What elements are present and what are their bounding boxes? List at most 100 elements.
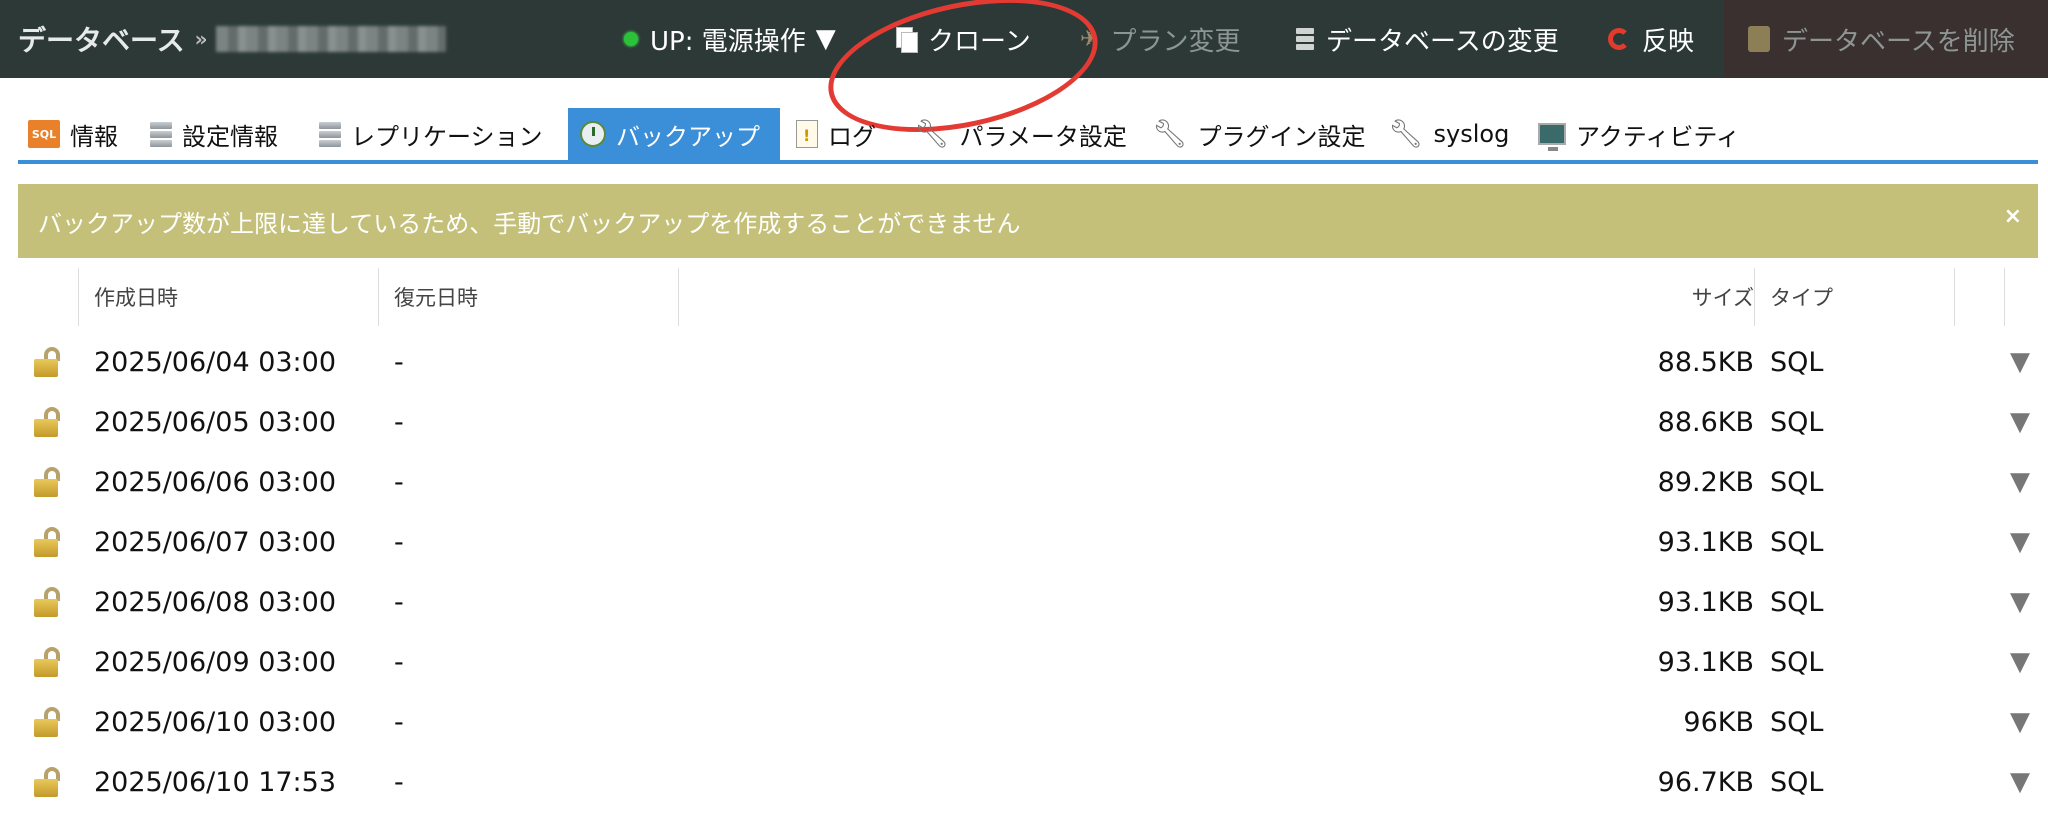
restored-datetime: -	[394, 646, 404, 678]
tab-info-label: 情報	[70, 122, 118, 151]
column-restored[interactable]: 復元日時	[394, 268, 478, 326]
unlocked-icon[interactable]	[32, 347, 66, 377]
sql-icon: SQL	[28, 120, 60, 148]
created-datetime: 2025/06/07 03:00	[94, 526, 337, 558]
row-menu-chevron-icon[interactable]: ▼	[2010, 452, 2030, 512]
restored-datetime: -	[394, 466, 404, 498]
created-datetime: 2025/06/10 17:53	[94, 766, 337, 798]
tab-info[interactable]: SQL 情報	[28, 108, 118, 160]
wrench-icon: 🔧︎	[1152, 117, 1188, 150]
reflect-label: 反映	[1642, 26, 1695, 57]
backup-table-header: 作成日時 復元日時 サイズ タイプ	[18, 268, 2038, 326]
row-menu-chevron-icon[interactable]: ▼	[2010, 512, 2030, 572]
restored-datetime: -	[394, 406, 404, 438]
tab-log[interactable]: ログ	[796, 108, 876, 160]
tab-syslog-label: syslog	[1433, 120, 1510, 148]
tab-parameter-settings-label: パラメータ設定	[959, 122, 1127, 151]
tab-settings-info[interactable]: 設定情報	[150, 108, 278, 160]
table-row: 2025/06/10 17:53 - 96.7KB SQL ▼	[18, 752, 2038, 812]
unlocked-icon[interactable]	[32, 407, 66, 437]
row-menu-chevron-icon[interactable]: ▼	[2010, 752, 2030, 812]
power-operation-dropdown[interactable]: UP: 電源操作 ▼	[624, 0, 836, 78]
row-menu-chevron-icon[interactable]: ▼	[2010, 332, 2030, 392]
close-icon[interactable]: ×	[2004, 204, 2022, 229]
tab-replication[interactable]: レプリケーション	[319, 108, 543, 160]
created-datetime: 2025/06/08 03:00	[94, 586, 337, 618]
tab-plugin-settings[interactable]: 🔧︎ プラグイン設定	[1152, 108, 1366, 160]
backup-size: 88.5KB	[1657, 346, 1754, 378]
breadcrumb-database-link[interactable]: データベース	[18, 19, 185, 59]
wrench-icon: 🔧︎	[914, 117, 950, 150]
created-datetime: 2025/06/04 03:00	[94, 346, 337, 378]
reflect-button[interactable]: 反映	[1608, 0, 1694, 78]
restored-datetime: -	[394, 706, 404, 738]
table-row: 2025/06/10 03:00 - 96KB SQL ▼	[18, 692, 2038, 752]
tab-parameter-settings[interactable]: 🔧︎ パラメータ設定	[914, 108, 1127, 160]
row-menu-chevron-icon[interactable]: ▼	[2010, 572, 2030, 632]
alert-message: バックアップ数が上限に達しているため、手動でバックアップを作成することができませ…	[38, 209, 1021, 238]
backup-limit-alert: バックアップ数が上限に達しているため、手動でバックアップを作成することができませ…	[18, 184, 2038, 258]
plan-change-button[interactable]: ✈ プラン変更	[1080, 0, 1240, 78]
delete-database-button[interactable]: データベースを削除	[1724, 0, 2048, 78]
column-divider	[1754, 268, 1755, 326]
masked-database-name	[215, 26, 446, 52]
backup-size: 93.1KB	[1657, 526, 1754, 558]
unlocked-icon[interactable]	[32, 707, 66, 737]
table-row: 2025/06/08 03:00 - 93.1KB SQL ▼	[18, 572, 2038, 632]
tab-log-label: ログ	[828, 122, 876, 151]
row-menu-chevron-icon[interactable]: ▼	[2010, 632, 2030, 692]
breadcrumb: データベース »	[18, 19, 446, 59]
tab-settings-info-label: 設定情報	[182, 122, 278, 151]
top-toolbar: データベース » UP: 電源操作 ▼ クローン ✈ プラン変更 データベースの…	[0, 0, 2048, 78]
refresh-icon	[1608, 28, 1630, 50]
unlocked-icon[interactable]	[32, 647, 66, 677]
backup-type: SQL	[1770, 346, 1824, 378]
server-icon	[150, 121, 172, 147]
backup-type: SQL	[1770, 586, 1824, 618]
unlocked-icon[interactable]	[32, 767, 66, 797]
backup-size: 96KB	[1683, 706, 1754, 738]
change-database-button[interactable]: データベースの変更	[1296, 0, 1559, 78]
tab-backup-label: バックアップ	[616, 122, 760, 151]
column-divider	[378, 268, 379, 326]
clone-label: クローン	[928, 26, 1031, 57]
tab-replication-label: レプリケーション	[351, 122, 543, 151]
table-row: 2025/06/05 03:00 - 88.6KB SQL ▼	[18, 392, 2038, 452]
backup-clock-icon	[580, 121, 606, 147]
unlocked-icon[interactable]	[32, 527, 66, 557]
column-divider	[678, 268, 679, 326]
created-datetime: 2025/06/10 03:00	[94, 706, 337, 738]
clone-button[interactable]: クローン	[896, 0, 1031, 78]
backup-type: SQL	[1770, 646, 1824, 678]
restored-datetime: -	[394, 526, 404, 558]
wrench-icon: 🔧︎	[1388, 117, 1424, 150]
column-created[interactable]: 作成日時	[94, 268, 178, 326]
plan-change-label: プラン変更	[1110, 26, 1241, 57]
backup-type: SQL	[1770, 466, 1824, 498]
breadcrumb-separator: »	[194, 27, 208, 51]
power-status-label: UP: 電源操作	[650, 26, 806, 57]
row-menu-chevron-icon[interactable]: ▼	[2010, 392, 2030, 452]
tab-activity[interactable]: アクティビティ	[1538, 108, 1740, 160]
copy-icon	[896, 27, 918, 53]
row-menu-chevron-icon[interactable]: ▼	[2010, 692, 2030, 752]
tab-syslog[interactable]: 🔧︎ syslog	[1388, 108, 1509, 160]
column-size[interactable]: サイズ	[1692, 268, 1754, 326]
table-row: 2025/06/04 03:00 - 88.5KB SQL ▼	[18, 332, 2038, 392]
backup-size: 93.1KB	[1657, 646, 1754, 678]
backup-table-body: 2025/06/04 03:00 - 88.5KB SQL ▼ 2025/06/…	[18, 332, 2038, 812]
restored-datetime: -	[394, 586, 404, 618]
backup-size: 96.7KB	[1657, 766, 1754, 798]
created-datetime: 2025/06/06 03:00	[94, 466, 337, 498]
column-type[interactable]: タイプ	[1770, 268, 1833, 326]
unlocked-icon[interactable]	[32, 467, 66, 497]
table-row: 2025/06/09 03:00 - 93.1KB SQL ▼	[18, 632, 2038, 692]
backup-type: SQL	[1770, 766, 1824, 798]
restored-datetime: -	[394, 346, 404, 378]
tab-backup[interactable]: バックアップ	[568, 108, 780, 160]
unlocked-icon[interactable]	[32, 587, 66, 617]
backup-size: 89.2KB	[1657, 466, 1754, 498]
status-up-icon	[624, 32, 638, 46]
log-warning-icon	[796, 120, 818, 148]
delete-database-item: データベースを削除	[1748, 0, 2015, 78]
